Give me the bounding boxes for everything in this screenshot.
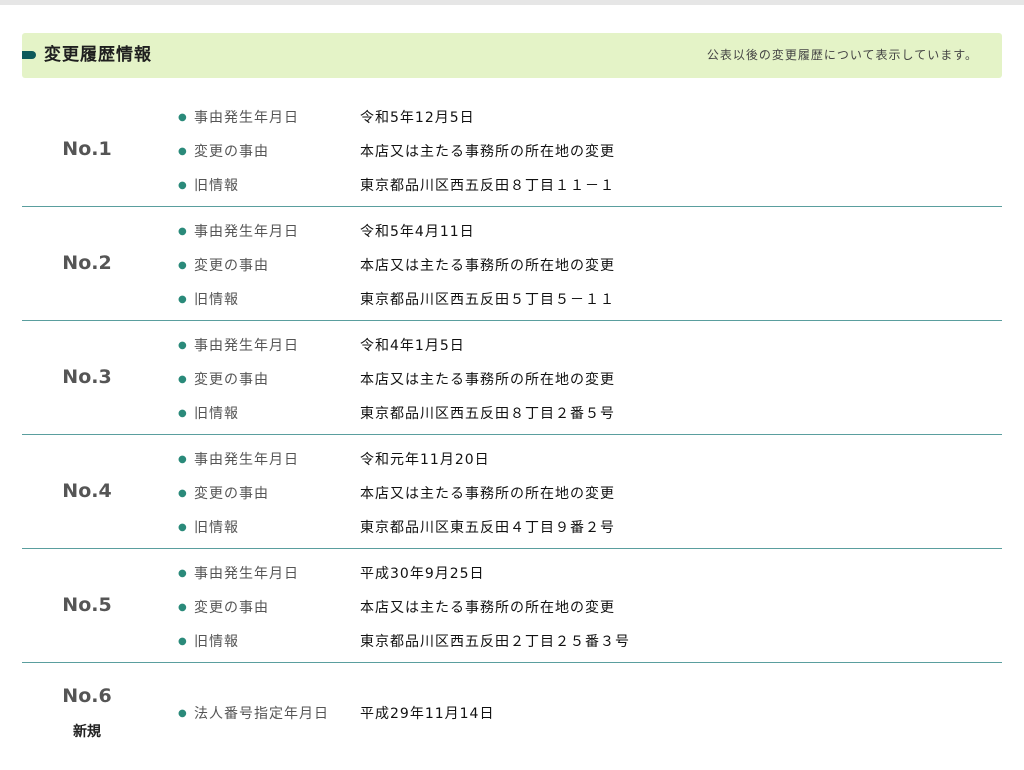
entry-number-cell: No.3	[22, 321, 152, 433]
bullet-icon: ●	[178, 521, 187, 533]
detail-row: ● 旧情報 東京都品川区西五反田２丁目２５番３号	[176, 624, 630, 658]
detail-label: 旧情報	[194, 178, 239, 194]
detail-value: 平成29年11月14日	[360, 706, 495, 722]
bullet-icon: ●	[178, 601, 187, 613]
bullet-icon: ●	[178, 179, 187, 191]
entry-details: ● 事由発生年月日 令和4年1月5日 ● 変更の事由 本店又は主たる事務所の所在…	[176, 328, 615, 430]
detail-row: ● 変更の事由 本店又は主たる事務所の所在地の変更	[176, 362, 615, 396]
bullet-icon: ●	[178, 145, 187, 157]
detail-label: 変更の事由	[194, 600, 269, 616]
history-list: No.1 ● 事由発生年月日 令和5年12月5日 ● 変更の事由 本店又は主たる…	[22, 93, 1002, 763]
detail-row: ● 変更の事由 本店又は主たる事務所の所在地の変更	[176, 134, 615, 168]
entry-number-cell: No.6 新規	[22, 663, 152, 763]
bullet-icon: ●	[178, 487, 187, 499]
entry-number: No.2	[62, 252, 112, 274]
bullet-icon: ●	[178, 635, 187, 647]
detail-label: 変更の事由	[194, 258, 269, 274]
bullet-icon: ●	[178, 373, 187, 385]
detail-row: ● 変更の事由 本店又は主たる事務所の所在地の変更	[176, 590, 630, 624]
detail-row: ● 事由発生年月日 令和元年11月20日	[176, 442, 615, 476]
history-entry: No.4 ● 事由発生年月日 令和元年11月20日 ● 変更の事由 本店又は主た…	[22, 435, 1002, 549]
detail-label: 旧情報	[194, 520, 239, 536]
detail-row: ● 旧情報 東京都品川区東五反田４丁目９番２号	[176, 510, 615, 544]
detail-row: ● 法人番号指定年月日 平成29年11月14日	[176, 696, 494, 730]
detail-row: ● 事由発生年月日 令和5年4月11日	[176, 214, 615, 248]
bullet-icon: ●	[178, 707, 187, 719]
detail-row: ● 旧情報 東京都品川区西五反田８丁目２番５号	[176, 396, 615, 430]
detail-row: ● 事由発生年月日 平成30年9月25日	[176, 556, 630, 590]
entry-details: ● 事由発生年月日 令和元年11月20日 ● 変更の事由 本店又は主たる事務所の…	[176, 442, 615, 544]
header-marker-icon	[22, 51, 36, 59]
detail-value: 令和5年12月5日	[360, 110, 475, 126]
entry-number-cell: No.5	[22, 549, 152, 661]
entry-details: ● 事由発生年月日 平成30年9月25日 ● 変更の事由 本店又は主たる事務所の…	[176, 556, 630, 658]
detail-row: ● 変更の事由 本店又は主たる事務所の所在地の変更	[176, 248, 615, 282]
detail-value: 本店又は主たる事務所の所在地の変更	[360, 258, 615, 274]
entry-number: No.6	[62, 685, 112, 707]
detail-label: 変更の事由	[194, 144, 269, 160]
entry-details: ● 事由発生年月日 令和5年4月11日 ● 変更の事由 本店又は主たる事務所の所…	[176, 214, 615, 316]
bullet-icon: ●	[178, 567, 187, 579]
detail-label: 変更の事由	[194, 486, 269, 502]
detail-value: 令和4年1月5日	[360, 338, 465, 354]
detail-label: 事由発生年月日	[194, 224, 299, 240]
detail-value: 本店又は主たる事務所の所在地の変更	[360, 372, 615, 388]
bullet-icon: ●	[178, 339, 187, 351]
detail-label: 事由発生年月日	[194, 110, 299, 126]
entry-number: No.3	[62, 366, 112, 388]
detail-row: ● 旧情報 東京都品川区西五反田５丁目５－１１	[176, 282, 615, 316]
detail-value: 東京都品川区西五反田５丁目５－１１	[360, 292, 615, 308]
detail-label: 法人番号指定年月日	[194, 706, 329, 722]
bullet-icon: ●	[178, 259, 187, 271]
detail-row: ● 変更の事由 本店又は主たる事務所の所在地の変更	[176, 476, 615, 510]
detail-row: ● 事由発生年月日 令和5年12月5日	[176, 100, 615, 134]
entry-number-cell: No.1	[22, 93, 152, 205]
detail-value: 本店又は主たる事務所の所在地の変更	[360, 486, 615, 502]
detail-label: 事由発生年月日	[194, 566, 299, 582]
history-entry: No.6 新規 ● 法人番号指定年月日 平成29年11月14日	[22, 663, 1002, 763]
entry-status-label: 新規	[73, 724, 101, 740]
detail-value: 東京都品川区東五反田４丁目９番２号	[360, 520, 615, 536]
detail-label: 旧情報	[194, 634, 239, 650]
bullet-icon: ●	[178, 111, 187, 123]
section-header: 変更履歴情報 公表以後の変更履歴について表示しています。	[22, 33, 1002, 78]
detail-value: 本店又は主たる事務所の所在地の変更	[360, 600, 615, 616]
bullet-icon: ●	[178, 293, 187, 305]
entry-number: No.1	[62, 138, 112, 160]
detail-value: 東京都品川区西五反田８丁目１１－１	[360, 178, 615, 194]
detail-label: 旧情報	[194, 406, 239, 422]
detail-value: 平成30年9月25日	[360, 566, 485, 582]
detail-value: 令和5年4月11日	[360, 224, 475, 240]
detail-label: 旧情報	[194, 292, 239, 308]
entry-number: No.5	[62, 594, 112, 616]
detail-row: ● 事由発生年月日 令和4年1月5日	[176, 328, 615, 362]
entry-details: ● 事由発生年月日 令和5年12月5日 ● 変更の事由 本店又は主たる事務所の所…	[176, 100, 615, 202]
detail-label: 変更の事由	[194, 372, 269, 388]
detail-label: 事由発生年月日	[194, 452, 299, 468]
entry-details: ● 法人番号指定年月日 平成29年11月14日	[176, 678, 494, 730]
detail-value: 本店又は主たる事務所の所在地の変更	[360, 144, 615, 160]
history-entry: No.3 ● 事由発生年月日 令和4年1月5日 ● 変更の事由 本店又は主たる事…	[22, 321, 1002, 435]
detail-value: 東京都品川区西五反田８丁目２番５号	[360, 406, 615, 422]
history-entry: No.5 ● 事由発生年月日 平成30年9月25日 ● 変更の事由 本店又は主た…	[22, 549, 1002, 663]
detail-value: 東京都品川区西五反田２丁目２５番３号	[360, 634, 630, 650]
bullet-icon: ●	[178, 407, 187, 419]
section-note: 公表以後の変更履歴について表示しています。	[706, 48, 978, 62]
detail-value: 令和元年11月20日	[360, 452, 490, 468]
entry-number-cell: No.2	[22, 207, 152, 319]
bullet-icon: ●	[178, 225, 187, 237]
history-entry: No.1 ● 事由発生年月日 令和5年12月5日 ● 変更の事由 本店又は主たる…	[22, 93, 1002, 207]
top-rule	[0, 0, 1024, 5]
history-entry: No.2 ● 事由発生年月日 令和5年4月11日 ● 変更の事由 本店又は主たる…	[22, 207, 1002, 321]
entry-number-cell: No.4	[22, 435, 152, 547]
section-title: 変更履歴情報	[44, 45, 152, 65]
detail-label: 事由発生年月日	[194, 338, 299, 354]
entry-number: No.4	[62, 480, 112, 502]
detail-row: ● 旧情報 東京都品川区西五反田８丁目１１－１	[176, 168, 615, 202]
bullet-icon: ●	[178, 453, 187, 465]
